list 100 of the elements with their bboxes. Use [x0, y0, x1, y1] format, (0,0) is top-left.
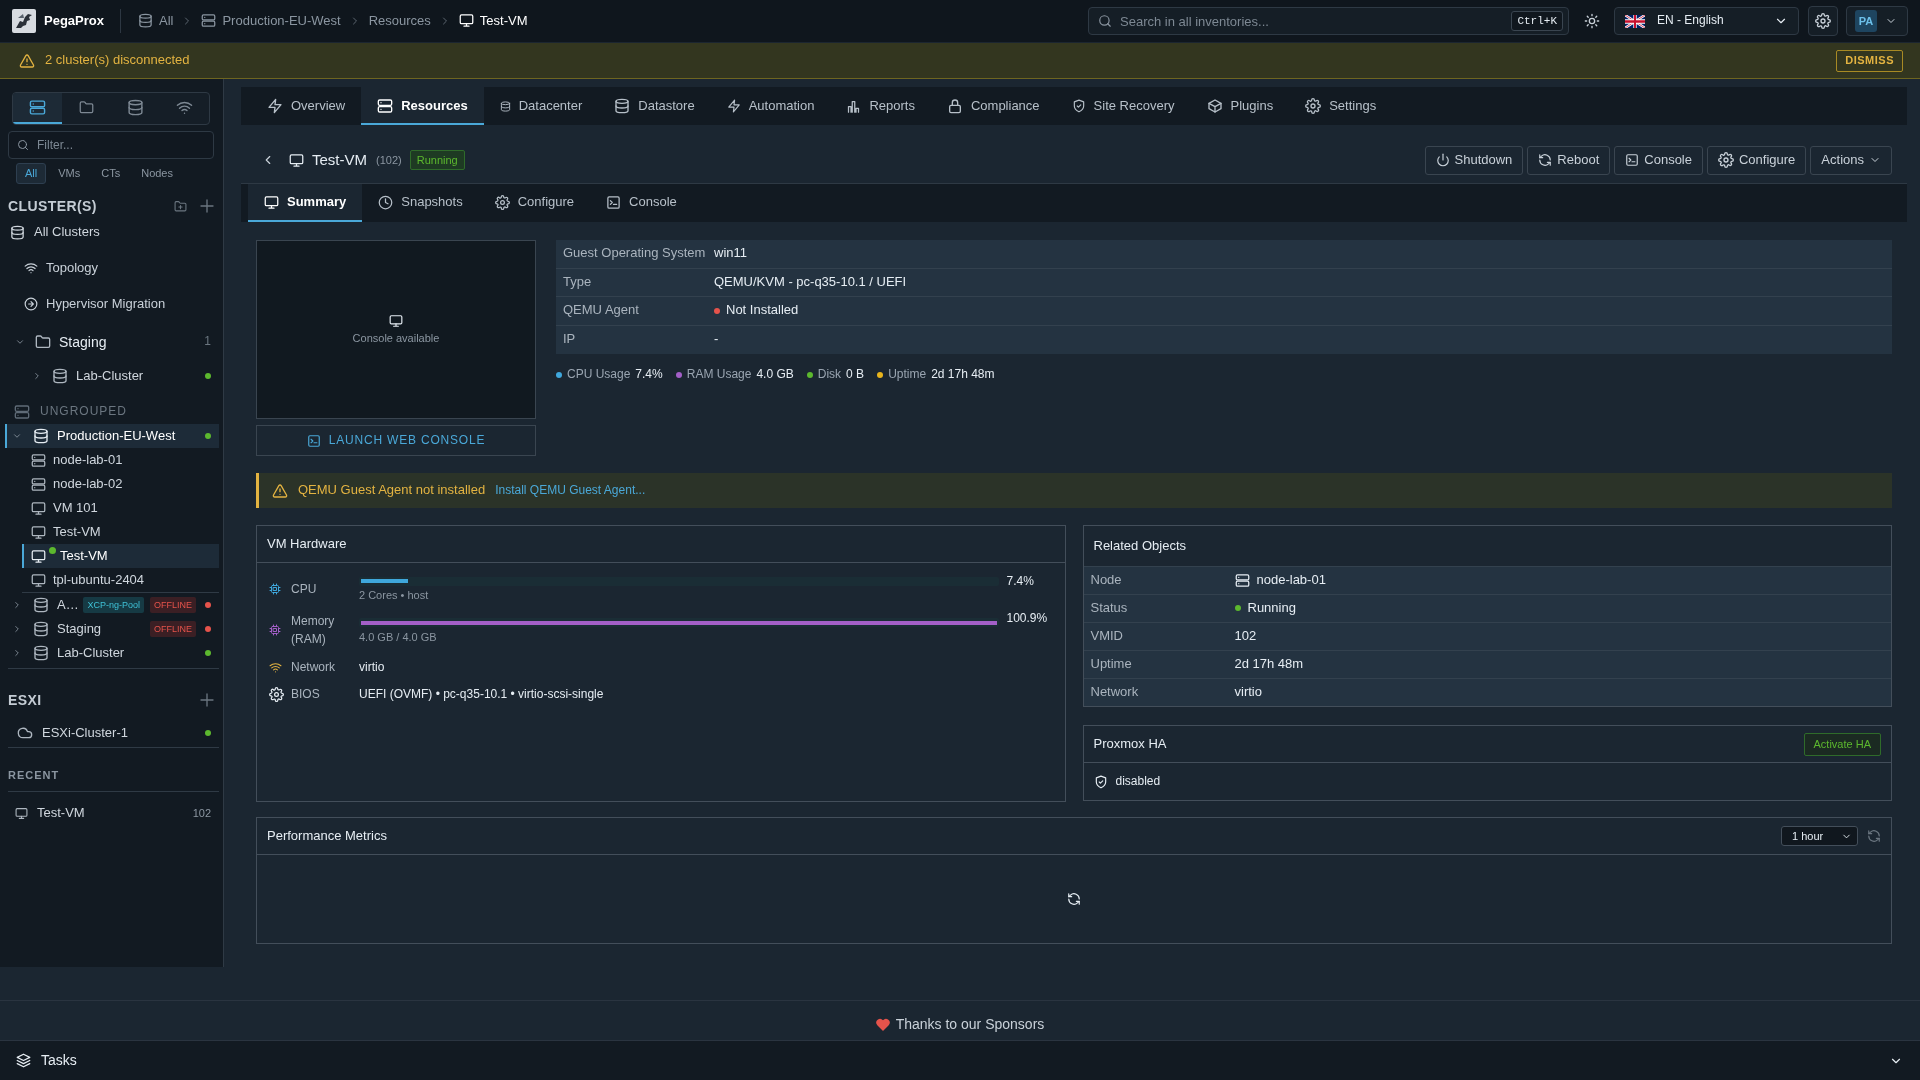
detail-tab[interactable]: Configure [478, 184, 591, 222]
nav-tab[interactable]: Settings [1289, 87, 1393, 125]
detail-tab[interactable]: Summary [248, 184, 363, 222]
view-tab[interactable] [13, 93, 62, 124]
tree-item[interactable]: A… XCP-ng-Pool OFFLINE [5, 593, 219, 617]
database-icon [499, 100, 511, 112]
chevron-right-icon[interactable] [12, 624, 22, 634]
breadcrumb-link[interactable]: Test-VM [458, 12, 528, 30]
monitor-icon [31, 524, 46, 540]
detail-tab[interactable]: Console [590, 184, 693, 222]
property-value: win11 [714, 245, 747, 263]
tree-item[interactable]: ESXi-Cluster-1 [0, 721, 219, 745]
monitor-icon [15, 806, 28, 820]
power-icon [1435, 153, 1450, 167]
activate-ha-button[interactable]: Activate HA [1803, 732, 1881, 756]
nav-tab[interactable]: Datastore [598, 87, 711, 125]
tree-item[interactable]: Test-VM [22, 520, 219, 544]
plus-icon[interactable] [199, 198, 215, 214]
tree-item[interactable]: Lab-Cluster [5, 364, 219, 388]
tree-item[interactable]: node-lab-01 [22, 448, 219, 472]
panel-title: Related Objects [1093, 537, 1186, 555]
stat-value: 0 B [846, 367, 865, 383]
action-button[interactable]: Console [1614, 145, 1703, 175]
cloud-icon [17, 725, 33, 741]
nav-tab[interactable]: Compliance [930, 87, 1056, 125]
language-select[interactable]: EN - English [1614, 7, 1799, 35]
sidebar-link[interactable]: Hypervisor Migration [0, 292, 223, 316]
settings-button[interactable] [1808, 6, 1838, 36]
tree-item[interactable]: Lab-Cluster [5, 641, 219, 665]
lightning-icon [726, 99, 741, 113]
recent-item[interactable]: Test-VM 102 [0, 801, 219, 825]
search-icon [1098, 14, 1112, 28]
settings-icon [1815, 13, 1831, 29]
server-icon [14, 404, 30, 420]
property-label: VMID [1089, 628, 1124, 645]
filter-chip[interactable]: VMs [49, 163, 90, 184]
action-button[interactable]: Reboot [1527, 145, 1611, 175]
nav-tab[interactable]: Automation [710, 87, 831, 125]
tree-item[interactable]: node-lab-02 [22, 472, 219, 496]
chevron-right-icon[interactable] [12, 600, 22, 610]
detail-tab[interactable]: Snapshots [362, 184, 479, 222]
filter-field[interactable]: Filter... [8, 131, 214, 159]
breadcrumb-link[interactable]: All [138, 12, 174, 30]
install-agent-link[interactable]: Install QEMU Guest Agent... [495, 482, 646, 499]
folder-plus-icon[interactable] [174, 199, 187, 213]
alert-message: 2 cluster(s) disconnected [45, 52, 190, 69]
tree-item[interactable]: VM 101 [22, 496, 219, 520]
chip-icon [269, 582, 281, 595]
nav-tab[interactable]: Reports [830, 87, 931, 125]
nav-tab[interactable]: Site Recovery [1055, 87, 1191, 125]
time-range-select[interactable]: 1 hour [1781, 826, 1858, 846]
sidebar-link[interactable]: All Clusters [0, 220, 223, 244]
nav-tab[interactable]: Overview [251, 87, 362, 125]
warning-message: QEMU Guest Agent not installed [298, 482, 486, 499]
chevron-right-icon[interactable] [12, 648, 22, 658]
filter-chip[interactable]: Nodes [132, 163, 182, 184]
nav-tab[interactable]: Plugins [1190, 87, 1290, 125]
console-preview[interactable]: Console available [256, 240, 536, 419]
terminal-icon [606, 194, 622, 210]
warning-icon [19, 52, 35, 69]
settings-icon [269, 686, 284, 702]
action-button[interactable]: Shutdown [1424, 145, 1524, 175]
status-label: Running [409, 149, 465, 171]
property-label: Guest Operating System [562, 245, 707, 263]
sun-icon[interactable] [1584, 13, 1600, 29]
hardware-value: virtio [359, 659, 386, 676]
settings-icon [1305, 98, 1322, 114]
launch-console-button[interactable]: LAUNCH WEB CONSOLE [256, 425, 536, 456]
terminal-icon [306, 433, 321, 448]
breadcrumb-link[interactable]: Production-EU-West [201, 12, 341, 30]
breadcrumb-link[interactable]: Resources [368, 12, 431, 30]
tree-item[interactable]: Test-VM [22, 544, 219, 568]
wifi-icon [269, 660, 282, 674]
refresh-icon[interactable] [1867, 829, 1881, 843]
sponsors-text: Thanks to our Sponsors [895, 1015, 1045, 1034]
stat-label: CPU Usage [567, 367, 631, 383]
server-icon [1234, 573, 1250, 588]
settings-icon [1718, 152, 1734, 168]
tree-item[interactable]: Staging OFFLINE [5, 617, 219, 641]
plus-icon[interactable] [199, 692, 215, 708]
sidebar-link[interactable]: Topology [0, 256, 223, 280]
action-button[interactable]: Configure [1707, 145, 1807, 175]
filter-chip[interactable]: CTs [92, 163, 130, 184]
lock-icon [946, 98, 963, 114]
layers-icon [16, 1053, 31, 1068]
chevron-right-icon[interactable] [32, 371, 42, 381]
actions-dropdown[interactable]: Actions [1810, 145, 1892, 175]
database-icon [52, 368, 68, 384]
ha-status: disabled [1115, 773, 1161, 790]
tree-item[interactable]: tpl-ubuntu-2404 [22, 568, 219, 592]
shortcut-key: Ctrl+K [1511, 11, 1563, 31]
section-label: UNGROUPED [40, 404, 127, 420]
tree-item[interactable]: Production-EU-West [5, 424, 219, 448]
filter-chip[interactable]: All [16, 163, 47, 184]
nav-tab[interactable]: Resources [361, 87, 484, 125]
nav-tab[interactable]: Datacenter [483, 87, 599, 125]
dismiss-button[interactable]: DISMISS [1836, 49, 1903, 72]
tree-item[interactable]: Staging 1 [5, 331, 219, 353]
server-icon [31, 452, 46, 468]
user-menu-button[interactable]: PA [1846, 6, 1908, 36]
